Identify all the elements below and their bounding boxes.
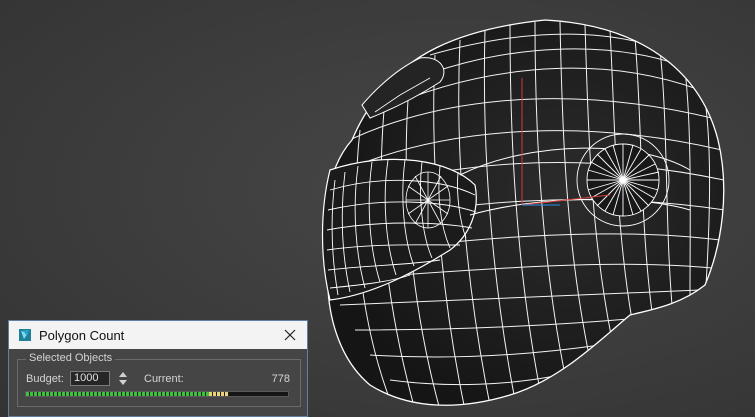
app-logo-icon bbox=[17, 327, 33, 343]
group-label: Selected Objects bbox=[26, 352, 116, 364]
budget-label: Budget: bbox=[26, 373, 64, 385]
spinner-down-icon[interactable] bbox=[118, 379, 128, 386]
polygon-budget-progress-bar bbox=[25, 391, 289, 397]
current-label: Current: bbox=[144, 373, 184, 385]
progress-fill-ok bbox=[26, 392, 209, 396]
close-button[interactable] bbox=[279, 324, 301, 346]
budget-input[interactable]: 1000 bbox=[70, 371, 110, 386]
dialog-title: Polygon Count bbox=[39, 328, 125, 343]
spinner-up-icon[interactable] bbox=[118, 371, 128, 378]
selected-objects-group: Selected Objects Budget: 1000 Current: 7… bbox=[17, 352, 301, 407]
current-value: 778 bbox=[271, 373, 290, 385]
polygon-count-dialog: Polygon Count Selected Objects Budget: 1… bbox=[8, 320, 308, 417]
progress-fill-warn bbox=[209, 392, 229, 396]
close-icon bbox=[284, 329, 296, 341]
budget-spinner[interactable] bbox=[118, 371, 128, 386]
dialog-titlebar[interactable]: Polygon Count bbox=[9, 321, 307, 349]
